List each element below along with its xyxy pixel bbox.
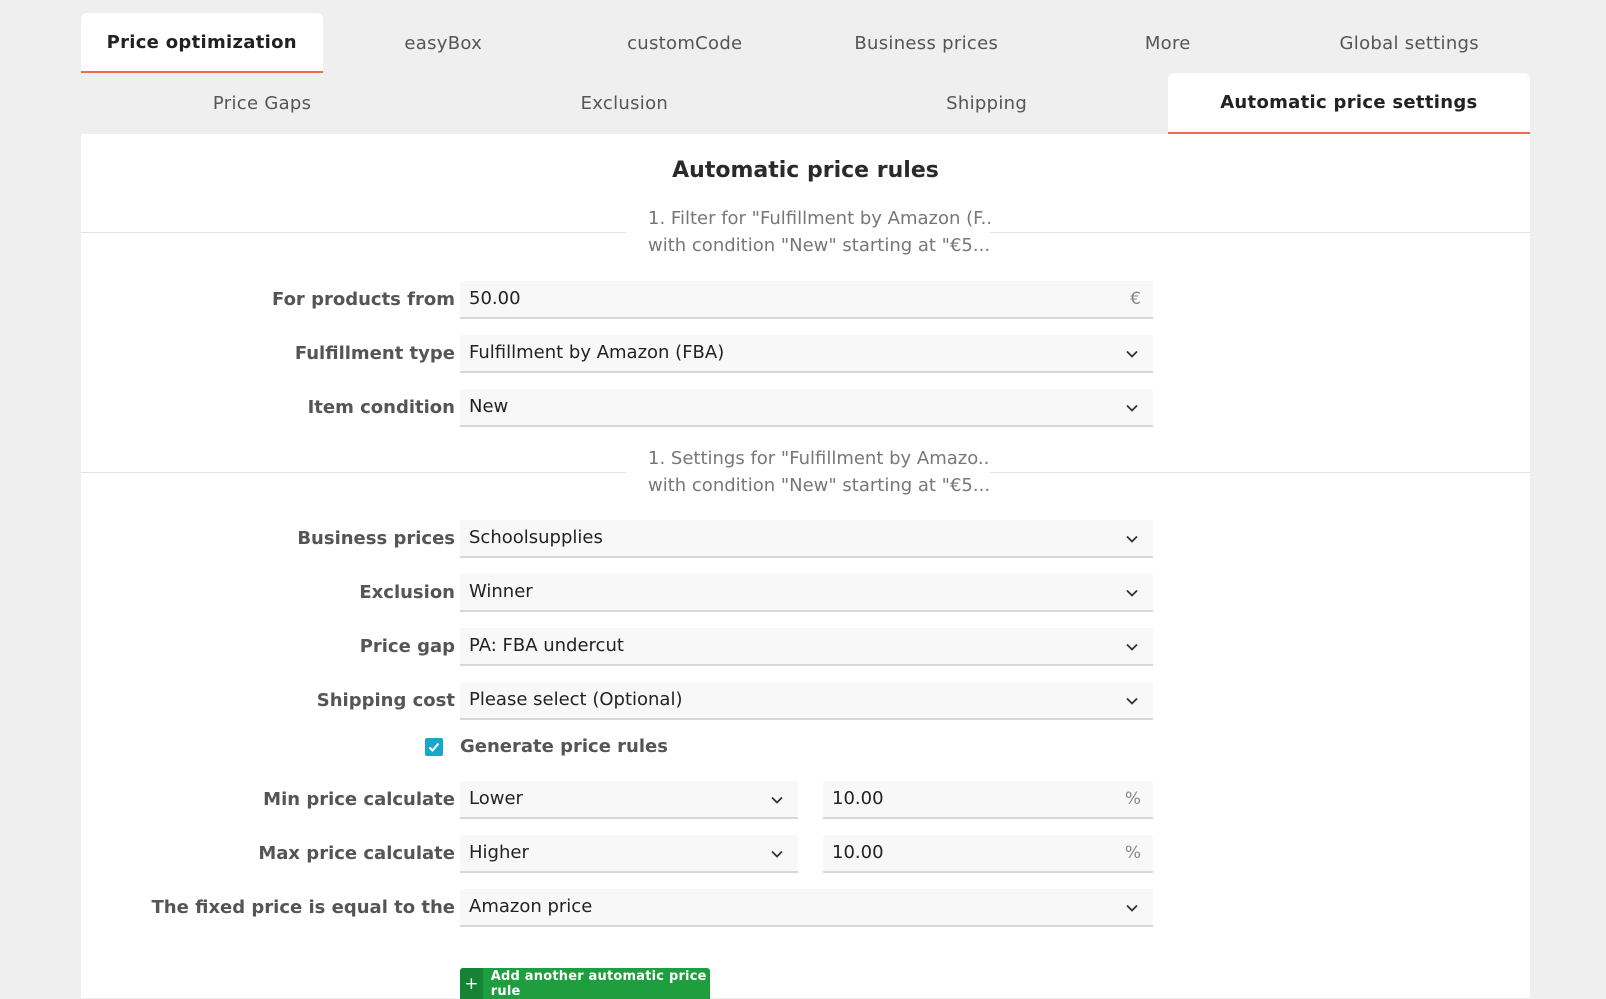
price-gap-label: Price gap [359, 636, 455, 657]
add-price-rule-label: Add another automatic price rule [490, 968, 707, 999]
chevron-down-icon [1126, 404, 1138, 412]
tab-price-optimization[interactable]: Price optimization [81, 13, 323, 73]
item-condition-select[interactable]: New [460, 389, 1153, 427]
shipping-cost-value: Please select (Optional) [469, 689, 683, 710]
fixed-price-value: Amazon price [469, 896, 593, 917]
chevron-down-icon [1126, 904, 1138, 912]
price-gap-select[interactable]: PA: FBA undercut [460, 628, 1153, 666]
business-prices-select[interactable]: Schoolsupplies [460, 520, 1153, 558]
percent-suffix: % [1124, 843, 1141, 863]
subtab-automatic-price-settings[interactable]: Automatic price settings [1167, 73, 1530, 144]
business-prices-label: Business prices [297, 528, 455, 549]
filter-section-heading: 1. Filter for "Fulfillment by Amazon (F.… [626, 205, 990, 259]
filter-heading-line2: with condition "New" starting at "€5... [648, 235, 990, 256]
checkmark-icon [428, 742, 440, 752]
plus-icon: + [460, 968, 483, 999]
shipping-cost-select[interactable]: Please select (Optional) [460, 682, 1153, 720]
row-shipping-cost: Shipping cost Please select (Optional) [81, 682, 1530, 720]
exclusion-value: Winner [469, 581, 533, 602]
min-price-mode-value: Lower [469, 788, 523, 809]
row-item-condition: Item condition New [81, 389, 1530, 427]
settings-heading-line1: 1. Settings for "Fulfillment by Amazo... [648, 448, 990, 469]
chevron-down-icon [1126, 535, 1138, 543]
tab-easybox[interactable]: easyBox [323, 13, 565, 73]
subtab-price-gaps[interactable]: Price Gaps [81, 73, 443, 134]
subtab-exclusion[interactable]: Exclusion [443, 73, 805, 134]
subtab-label: Automatic price settings [1220, 92, 1478, 113]
max-price-mode-select[interactable]: Higher [460, 835, 798, 873]
item-condition-label: Item condition [307, 397, 455, 418]
fulfillment-type-value: Fulfillment by Amazon (FBA) [469, 342, 725, 363]
item-condition-value: New [469, 396, 509, 417]
tab-global-settings[interactable]: Global settings [1289, 13, 1531, 73]
filter-heading-line1: 1. Filter for "Fulfillment by Amazon (F.… [648, 208, 990, 229]
row-fixed-price: The fixed price is equal to the Amazon p… [81, 889, 1530, 927]
row-exclusion: Exclusion Winner [81, 574, 1530, 612]
subtab-shipping[interactable]: Shipping [806, 73, 1168, 134]
row-price-gap: Price gap PA: FBA undercut [81, 628, 1530, 666]
generate-rules-checkbox[interactable] [425, 738, 443, 756]
max-price-label: Max price calculate [258, 843, 455, 864]
price-gap-value: PA: FBA undercut [469, 635, 624, 656]
percent-suffix: % [1124, 789, 1141, 809]
row-business-prices: Business prices Schoolsupplies [81, 520, 1530, 558]
content-panel: Automatic price rules 1. Filter for "Ful… [81, 134, 1530, 999]
generate-rules-row: Generate price rules [81, 734, 1530, 760]
shipping-cost-label: Shipping cost [316, 690, 455, 711]
min-price-percent-input[interactable]: 10.00 % [823, 781, 1153, 819]
row-min-price: Min price calculate Lower 10.00 % [81, 781, 1530, 819]
chevron-down-icon [771, 796, 783, 804]
chevron-down-icon [771, 850, 783, 858]
chevron-down-icon [1126, 697, 1138, 705]
sub-tabs: Price Gaps Exclusion Shipping Automatic … [81, 73, 1530, 144]
max-price-mode-value: Higher [469, 842, 529, 863]
business-prices-value: Schoolsupplies [469, 527, 603, 548]
euro-suffix: € [1130, 289, 1141, 309]
row-fulfillment-type: Fulfillment type Fulfillment by Amazon (… [81, 335, 1530, 373]
min-price-percent-value: 10.00 [832, 788, 884, 809]
row-max-price: Max price calculate Higher 10.00 % [81, 835, 1530, 873]
chevron-down-icon [1126, 643, 1138, 651]
main-tabs: Price optimization easyBox customCode Bu… [81, 13, 1530, 73]
settings-section-heading: 1. Settings for "Fulfillment by Amazo...… [626, 445, 990, 499]
products-from-value: 50.00 [469, 288, 521, 309]
exclusion-select[interactable]: Winner [460, 574, 1153, 612]
min-price-label: Min price calculate [263, 789, 455, 810]
max-price-percent-value: 10.00 [832, 842, 884, 863]
tab-customcode[interactable]: customCode [564, 13, 806, 73]
add-price-rule-button[interactable]: + Add another automatic price rule [460, 968, 710, 999]
tab-more[interactable]: More [1047, 13, 1289, 73]
fulfillment-type-label: Fulfillment type [294, 343, 455, 364]
products-from-input[interactable]: 50.00 € [460, 281, 1153, 319]
fixed-price-select[interactable]: Amazon price [460, 889, 1153, 927]
row-products-from: For products from 50.00 € [81, 281, 1530, 319]
fulfillment-type-select[interactable]: Fulfillment by Amazon (FBA) [460, 335, 1153, 373]
settings-heading-line2: with condition "New" starting at "€5... [648, 475, 990, 496]
generate-rules-label[interactable]: Generate price rules [460, 734, 668, 760]
chevron-down-icon [1126, 350, 1138, 358]
tab-business-prices[interactable]: Business prices [806, 13, 1048, 73]
exclusion-label: Exclusion [359, 582, 455, 603]
products-from-label: For products from [272, 289, 455, 310]
fixed-price-label: The fixed price is equal to the [151, 897, 455, 918]
min-price-mode-select[interactable]: Lower [460, 781, 798, 819]
chevron-down-icon [1126, 589, 1138, 597]
max-price-percent-input[interactable]: 10.00 % [823, 835, 1153, 873]
page-title: Automatic price rules [672, 158, 939, 183]
